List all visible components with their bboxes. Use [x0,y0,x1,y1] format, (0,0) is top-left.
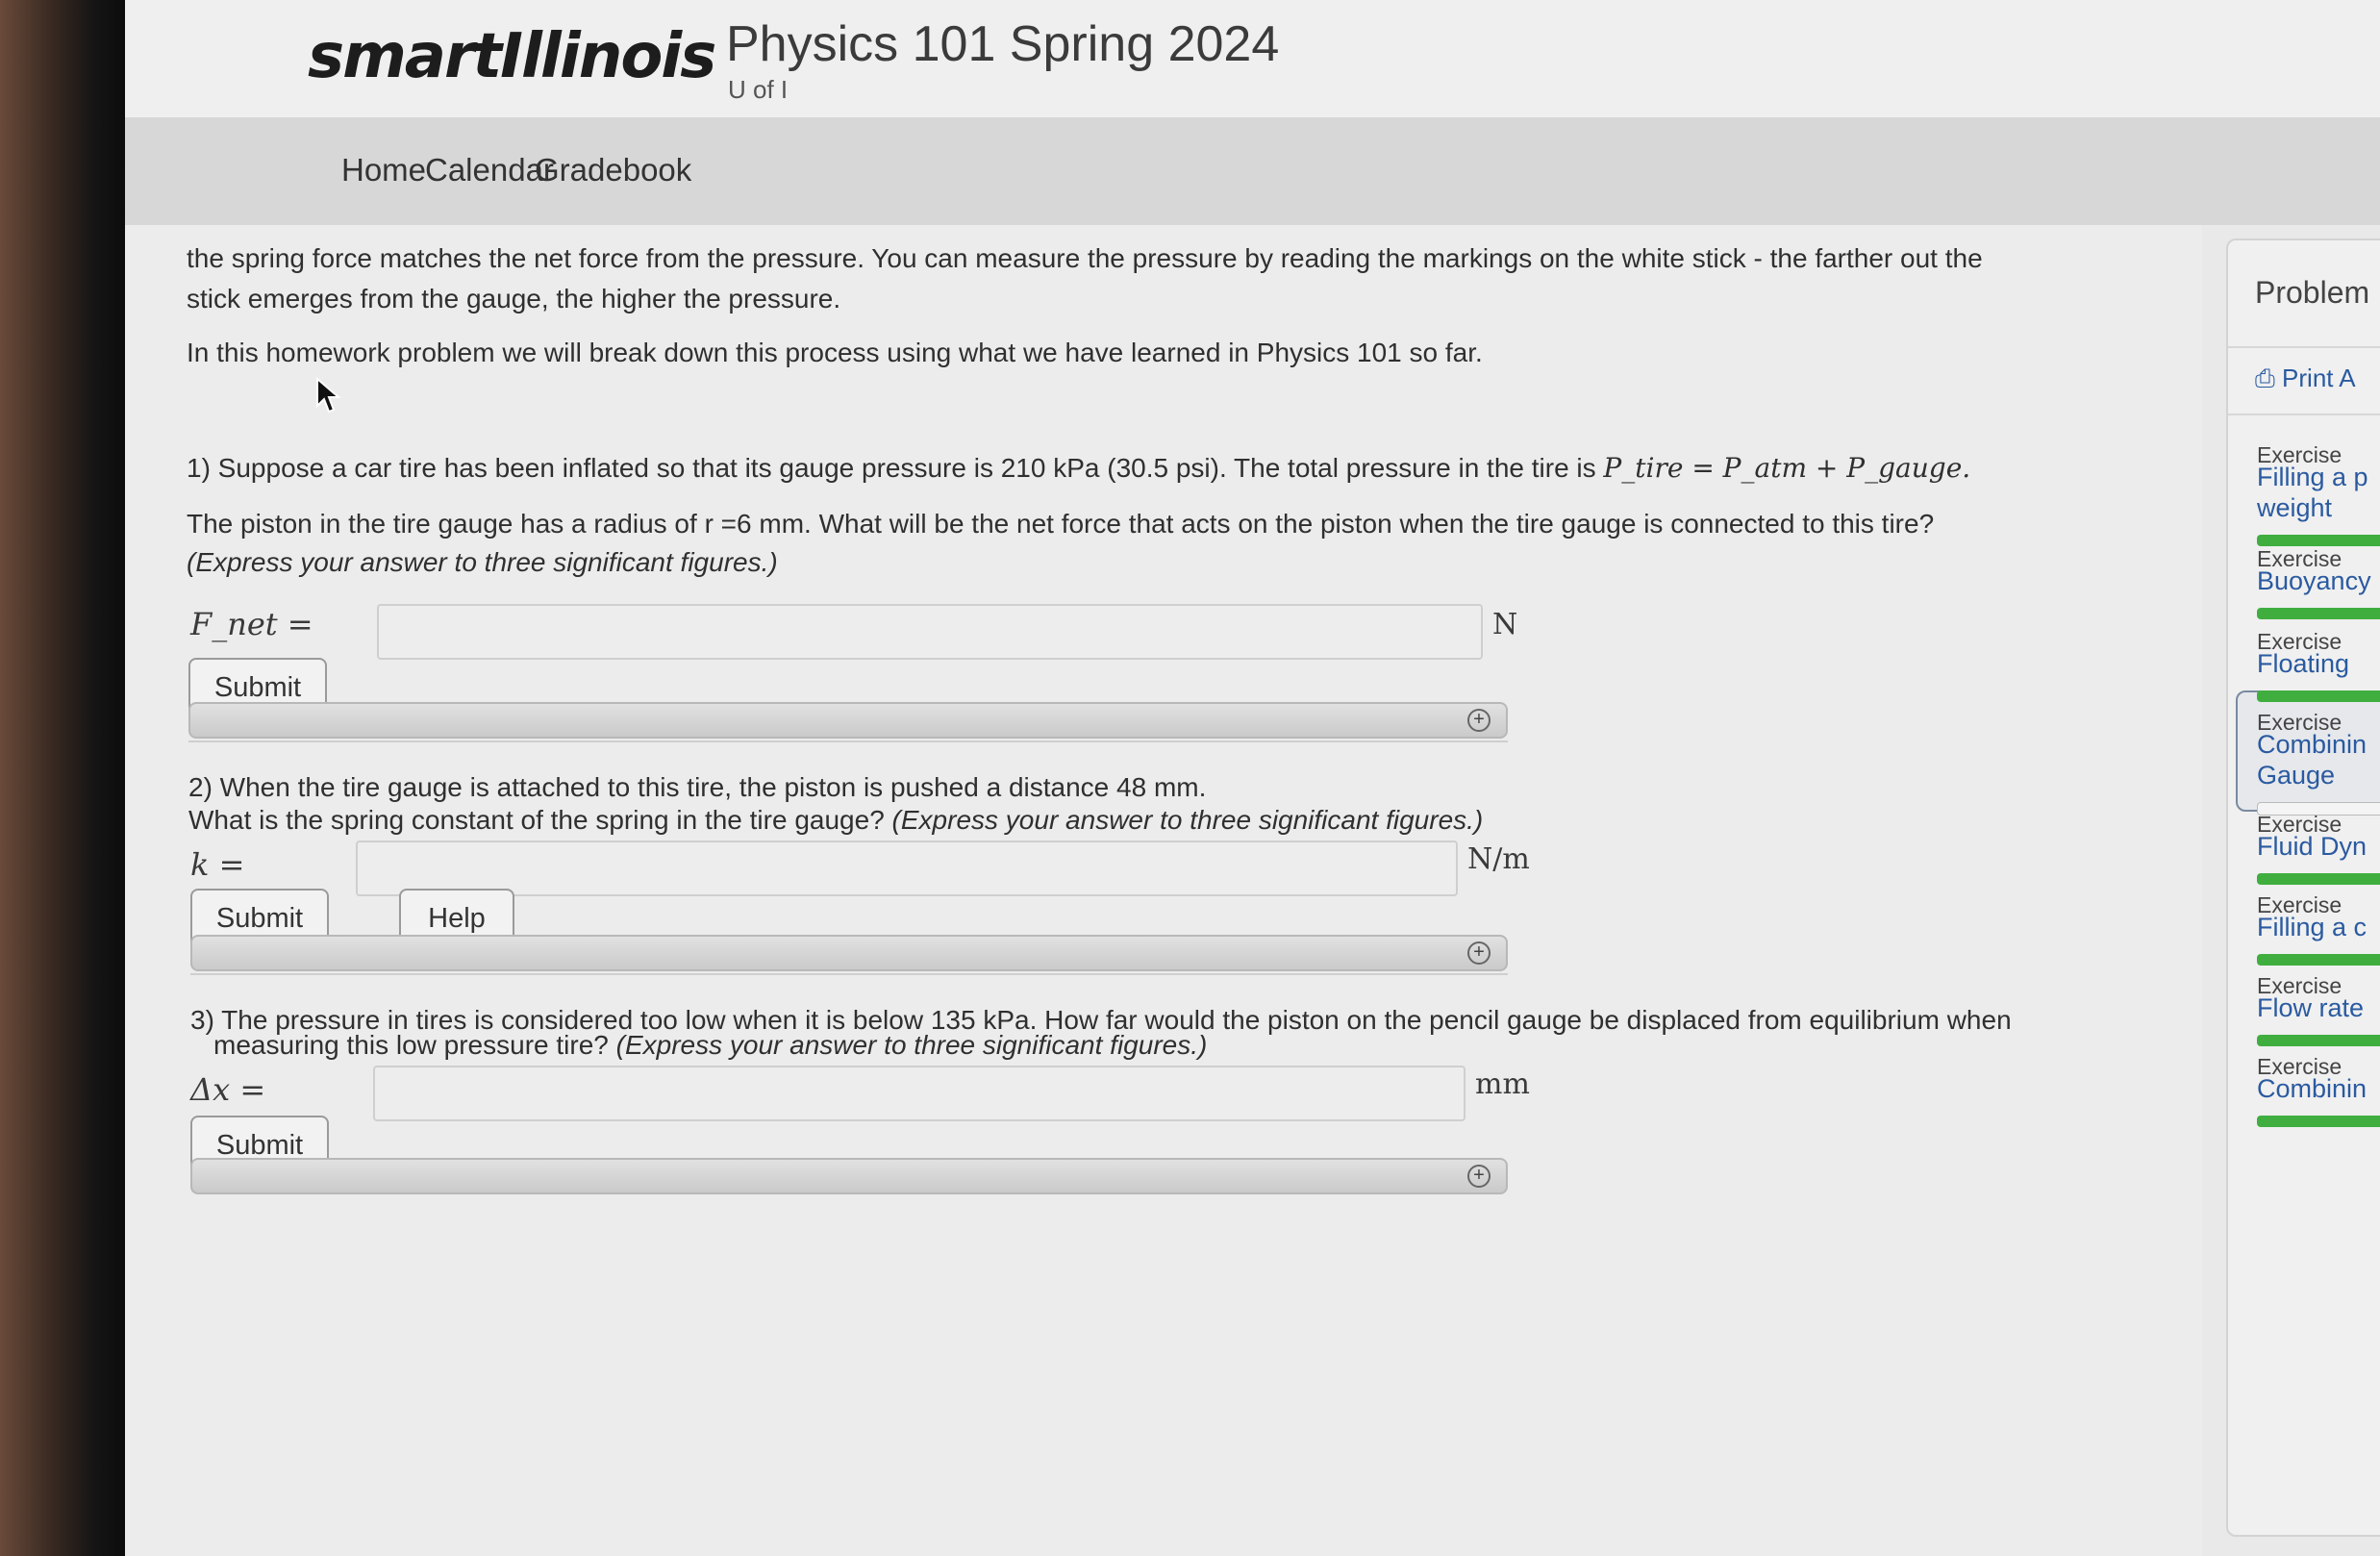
exercise-link[interactable]: Fluid Dyn [2257,831,2380,863]
mouse-cursor-icon [316,377,341,414]
nav-home[interactable]: Home [341,152,426,188]
problem-sidebar: Problem ⎙ Print A Exercise Filling a p wei… [2226,238,2380,1537]
q1-label: F_net = [190,606,313,642]
exercise-link-line-2[interactable]: Gauge [2257,760,2380,791]
q3-label: Δx = [190,1071,266,1108]
sidebar-title: Problem [2255,275,2370,310]
device-bezel [0,0,125,1556]
exercise-progress-bar [2257,1035,2380,1046]
q1-unit: N [1492,608,1518,641]
q1-answer-input[interactable] [377,604,1483,660]
q1-question: The piston in the tire gauge has a radiu… [187,509,1935,539]
course-title: Physics 101 Spring 2024 [726,16,1280,72]
q2-answer-input[interactable] [356,841,1458,896]
exercise-progress-bar [2257,690,2380,702]
exercise-link[interactable]: Floating [2257,648,2380,680]
exercise-progress-bar [2257,873,2380,885]
expand-plus-icon[interactable]: + [1467,1165,1491,1188]
exercise-link[interactable]: Filling a c [2257,912,2380,943]
q2-hint: (Express your answer to three significan… [891,805,1484,835]
exercise-link-line-2[interactable]: weight [2257,492,2380,524]
q1-hint: (Express your answer to three significan… [187,547,778,577]
q2-text: What is the spring constant of the sprin… [188,805,885,835]
divider [190,973,1508,975]
intro-line-3: In this homework problem we will break d… [187,338,1483,367]
exercise-progress-bar [2257,954,2380,966]
nav-gradebook[interactable]: Gradebook [535,152,691,188]
divider [2228,414,2380,415]
browser-screen: smartIllinois Physics 101 Spring 2024 U … [125,0,2380,1556]
intro-line-1: the spring force matches the net force f… [187,243,1983,273]
q1-formula: P_tire = P_atm + P_gauge. [1603,452,1971,484]
q3-unit: mm [1475,1067,1530,1101]
q2-feedback-bar[interactable]: + [190,935,1508,971]
q3-question: measuring this low pressure tire? (Expre… [213,1025,1207,1066]
q3-feedback-bar[interactable]: + [190,1158,1508,1194]
course-subtitle: U of I [728,75,789,104]
exercise-link[interactable]: Flow rate [2257,992,2380,1024]
q3-answer-input[interactable] [373,1066,1466,1121]
intro-line-2: stick emerges from the gauge, the higher… [187,284,841,314]
exercise-link[interactable]: Combinin [2257,1073,2380,1105]
q3-text: measuring this low pressure tire? [213,1030,609,1060]
q1-feedback-bar[interactable]: + [188,702,1508,739]
q1-prompt: 1) Suppose a car tire has been inflated … [187,448,1970,489]
exercise-link[interactable]: Filling a p [2257,462,2380,493]
q2-label: k = [190,846,245,883]
printer-icon: ⎙ [2255,364,2275,392]
exercise-link[interactable]: Buoyancy [2257,565,2380,597]
q3-hint: (Express your answer to three significan… [615,1030,1208,1060]
divider [2228,346,2380,348]
expand-plus-icon[interactable]: + [1467,941,1491,965]
print-label: Print A [2282,364,2356,392]
problem-content: the spring force matches the net force f… [125,225,2202,1556]
q1-text: 1) Suppose a car tire has been inflated … [187,453,1596,483]
exercise-progress-bar [2257,608,2380,619]
nav-bar: Home Calendar Gradebook [125,117,2380,225]
print-link[interactable]: ⎙ Print A [2255,364,2356,394]
divider [188,740,1508,742]
site-header: smartIllinois Physics 101 Spring 2024 U … [125,0,2380,117]
exercise-progress-bar [2257,535,2380,546]
exercise-link[interactable]: Combinin [2257,729,2380,761]
q2-unit: N/m [1467,842,1530,876]
smartillinois-logo[interactable]: smartIllinois [308,21,716,92]
q2-question: What is the spring constant of the sprin… [188,800,1483,841]
expand-plus-icon[interactable]: + [1467,709,1491,732]
exercise-progress-bar [2257,1116,2380,1127]
